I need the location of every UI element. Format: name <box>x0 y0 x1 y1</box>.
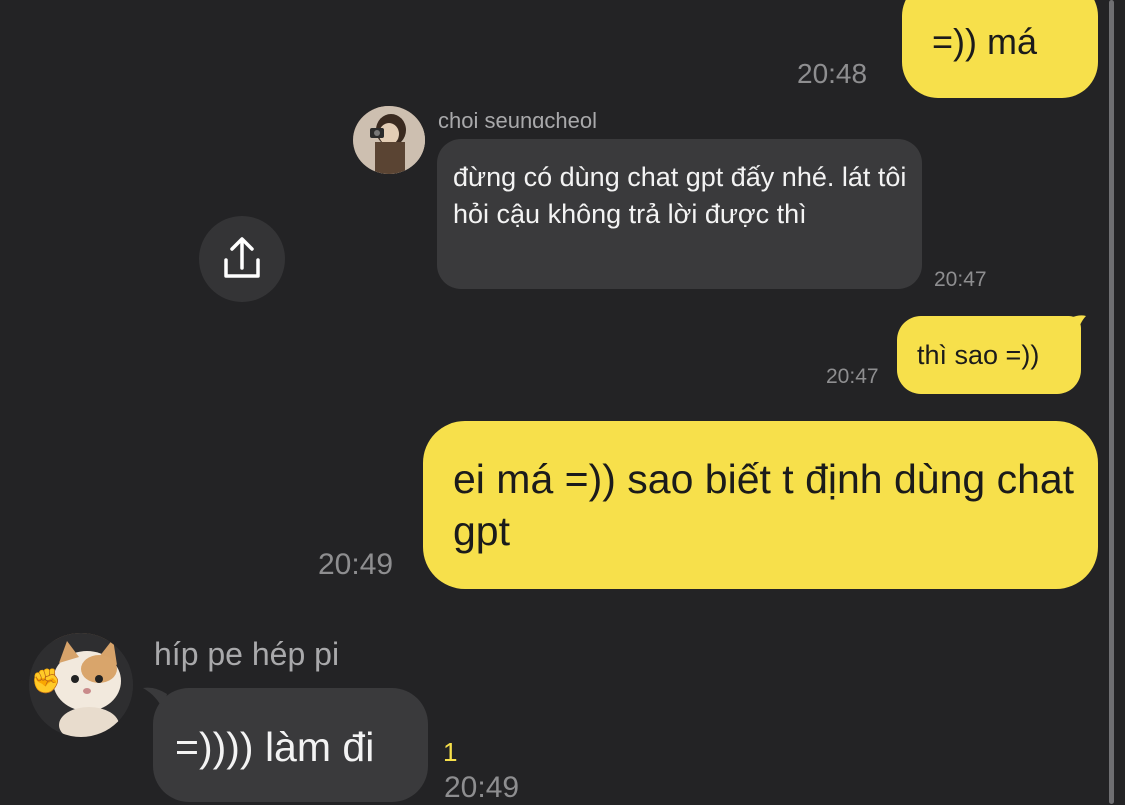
sender-name: choi seungcheol <box>438 108 598 128</box>
message-bubble-incoming[interactable]: =)))) làm đi <box>153 688 428 802</box>
message-timestamp: 20:49 <box>444 771 520 804</box>
message-timestamp: 20:47 <box>934 268 987 291</box>
message-bubble-incoming[interactable]: đừng có dùng chat gpt đấy nhé. lát tôi h… <box>437 139 922 289</box>
message-text: =)))) làm đi <box>175 724 375 770</box>
scrollbar[interactable] <box>1109 0 1114 804</box>
fist-emoji-icon: ✊ <box>31 668 61 695</box>
message-text: đừng có dùng chat gpt đấy nhé. lát tôi h… <box>453 162 907 229</box>
share-button[interactable] <box>199 216 285 302</box>
sender-name: híp pe hép pi <box>154 636 340 672</box>
avatar-photo <box>353 106 425 174</box>
message-text: ei má =)) sao biết t định dùng chat gpt <box>453 456 1075 554</box>
message-bubble-outgoing[interactable]: =)) má <box>902 0 1098 98</box>
message-bubble-outgoing[interactable]: ei má =)) sao biết t định dùng chat gpt <box>423 421 1098 589</box>
message-text: thì sao =)) <box>917 340 1040 370</box>
bubble-tail <box>1070 315 1086 336</box>
share-icon <box>224 237 260 278</box>
message-text: =)) má <box>932 21 1038 62</box>
bubble-tail <box>143 687 167 710</box>
unread-count: 1 <box>443 737 458 767</box>
message-bubble-outgoing[interactable]: thì sao =)) <box>897 316 1081 394</box>
message-timestamp: 20:48 <box>797 58 868 89</box>
message-timestamp: 20:47 <box>826 365 879 388</box>
message-timestamp: 20:49 <box>318 548 394 581</box>
avatar[interactable] <box>353 106 425 174</box>
